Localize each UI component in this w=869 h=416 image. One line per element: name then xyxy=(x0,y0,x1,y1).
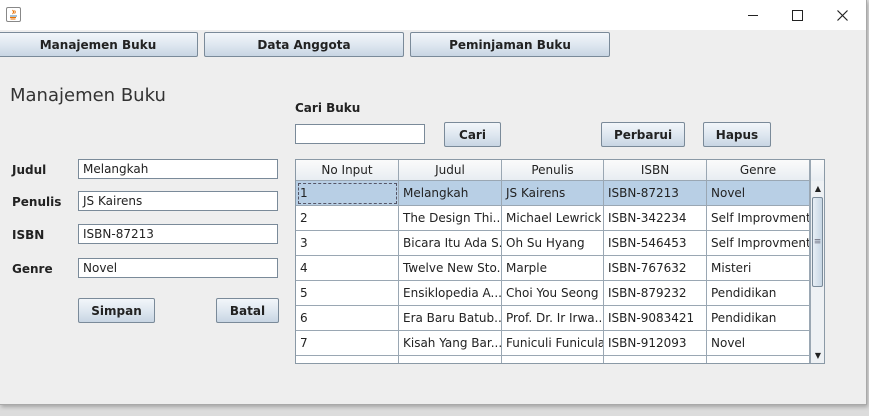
column-header-isbn[interactable]: ISBN xyxy=(604,160,707,181)
table-cell[interactable]: Self Improvment xyxy=(707,206,810,231)
table-vertical-scrollbar[interactable]: ▲ ≡ ▼ xyxy=(810,181,824,363)
table-cell[interactable]: 7 xyxy=(296,331,399,356)
table-cell[interactable] xyxy=(604,356,707,363)
scrollbar-grip-icon: ≡ xyxy=(813,237,822,247)
table-row[interactable]: 5 Ensiklopedia A... Choi You Seong ISBN-… xyxy=(296,281,810,306)
java-icon xyxy=(6,7,21,22)
table-row[interactable]: 4 Twelve New Sto... Marple ISBN-767632 M… xyxy=(296,256,810,281)
table-cell[interactable]: Novel xyxy=(707,331,810,356)
judul-field[interactable]: Melangkah xyxy=(78,159,278,179)
cari-button[interactable]: Cari xyxy=(444,122,501,147)
table-row[interactable]: 2 The Design Thi... Michael Lewrick ISBN… xyxy=(296,206,810,231)
table-row[interactable]: 7 Kisah Yang Bar... Funiculi Funicula IS… xyxy=(296,331,810,356)
maximize-button[interactable] xyxy=(774,0,820,30)
table-cell[interactable]: ISBN-342234 xyxy=(604,206,707,231)
table-header: No Input Judul Penulis ISBN Genre xyxy=(296,160,810,181)
column-header-genre[interactable]: Genre xyxy=(707,160,810,181)
nav-peminjaman-buku-button[interactable]: Peminjaman Buku xyxy=(410,32,610,57)
penulis-label: Penulis xyxy=(12,195,62,209)
table-cell[interactable]: Marple xyxy=(502,256,604,281)
title-bar xyxy=(0,0,866,30)
isbn-field[interactable]: ISBN-87213 xyxy=(78,224,278,244)
table-cell[interactable]: The Design Thi... xyxy=(399,206,502,231)
table-cell[interactable]: Era Baru Batub... xyxy=(399,306,502,331)
table-cell[interactable] xyxy=(707,356,810,363)
table-cell[interactable]: 4 xyxy=(296,256,399,281)
scrollbar-thumb[interactable]: ≡ xyxy=(812,197,823,287)
page-title: Manajemen Buku xyxy=(10,85,166,106)
table-cell[interactable]: Prof. Dr. Ir Irwa... xyxy=(502,306,604,331)
table-cell[interactable]: Self Improvment xyxy=(707,231,810,256)
table-cell[interactable]: ISBN-912093 xyxy=(604,331,707,356)
table-cell[interactable]: 1 xyxy=(296,181,399,206)
table-cell[interactable]: 2 xyxy=(296,206,399,231)
table-row-partial[interactable] xyxy=(296,356,810,363)
table-cell[interactable]: Kisah Yang Bar... xyxy=(399,331,502,356)
table-cell[interactable]: Novel xyxy=(707,181,810,206)
minimize-button[interactable] xyxy=(730,0,776,30)
minimize-icon xyxy=(748,14,758,16)
table-row[interactable]: 6 Era Baru Batub... Prof. Dr. Ir Irwa...… xyxy=(296,306,810,331)
search-input[interactable] xyxy=(295,124,425,144)
table-cell[interactable]: ISBN-546453 xyxy=(604,231,707,256)
app-window: Manajemen Buku Data Anggota Peminjaman B… xyxy=(0,0,867,405)
close-icon xyxy=(836,9,848,21)
nav-manajemen-buku-button[interactable]: Manajemen Buku xyxy=(0,32,198,57)
maximize-icon xyxy=(791,9,803,21)
penulis-field[interactable]: JS Kairens xyxy=(78,191,278,211)
scroll-up-icon[interactable]: ▲ xyxy=(811,181,824,195)
table-corner xyxy=(810,160,824,182)
table-row[interactable]: 3 Bicara Itu Ada S... Oh Su Hyang ISBN-5… xyxy=(296,231,810,256)
table-cell[interactable]: Michael Lewrick xyxy=(502,206,604,231)
table-cell[interactable] xyxy=(502,356,604,363)
table-cell[interactable]: Bicara Itu Ada S... xyxy=(399,231,502,256)
table-cell[interactable]: 6 xyxy=(296,306,399,331)
table-body: 1 Melangkah JS Kairens ISBN-87213 Novel … xyxy=(296,181,810,363)
table-cell[interactable]: ISBN-767632 xyxy=(604,256,707,281)
table-cell[interactable]: Melangkah xyxy=(399,181,502,206)
table-cell[interactable]: 5 xyxy=(296,281,399,306)
simpan-button[interactable]: Simpan xyxy=(78,298,155,323)
column-header-penulis[interactable]: Penulis xyxy=(502,160,604,181)
column-header-no-input[interactable]: No Input xyxy=(296,160,399,181)
table-cell[interactable] xyxy=(399,356,502,363)
table-cell[interactable]: ISBN-9083421 xyxy=(604,306,707,331)
table-cell[interactable]: Funiculi Funicula xyxy=(502,331,604,356)
isbn-label: ISBN xyxy=(12,228,45,242)
table-cell[interactable]: ISBN-87213 xyxy=(604,181,707,206)
table-row[interactable]: 1 Melangkah JS Kairens ISBN-87213 Novel xyxy=(296,181,810,206)
table-cell[interactable]: Pendidikan xyxy=(707,306,810,331)
table-cell[interactable]: Oh Su Hyang xyxy=(502,231,604,256)
table-cell[interactable]: 3 xyxy=(296,231,399,256)
judul-label: Judul xyxy=(12,163,47,177)
close-button[interactable] xyxy=(819,0,865,30)
hapus-button[interactable]: Hapus xyxy=(703,122,771,147)
column-header-judul[interactable]: Judul xyxy=(399,160,502,181)
table-cell[interactable]: Misteri xyxy=(707,256,810,281)
table-cell[interactable]: Choi You Seong xyxy=(502,281,604,306)
table-cell[interactable]: Pendidikan xyxy=(707,281,810,306)
table-cell[interactable]: JS Kairens xyxy=(502,181,604,206)
scroll-down-icon[interactable]: ▼ xyxy=(811,348,824,362)
search-label: Cari Buku xyxy=(295,101,361,115)
table-cell[interactable]: Twelve New Sto... xyxy=(399,256,502,281)
table-cell[interactable]: Ensiklopedia A... xyxy=(399,281,502,306)
table-cell[interactable]: ISBN-879232 xyxy=(604,281,707,306)
table-cell[interactable] xyxy=(296,356,399,363)
batal-button[interactable]: Batal xyxy=(216,298,279,323)
genre-label: Genre xyxy=(12,262,53,276)
genre-field[interactable]: Novel xyxy=(78,258,278,278)
books-table[interactable]: No Input Judul Penulis ISBN Genre 1 Mela… xyxy=(295,159,825,364)
perbarui-button[interactable]: Perbarui xyxy=(601,122,685,147)
nav-data-anggota-button[interactable]: Data Anggota xyxy=(204,32,404,57)
